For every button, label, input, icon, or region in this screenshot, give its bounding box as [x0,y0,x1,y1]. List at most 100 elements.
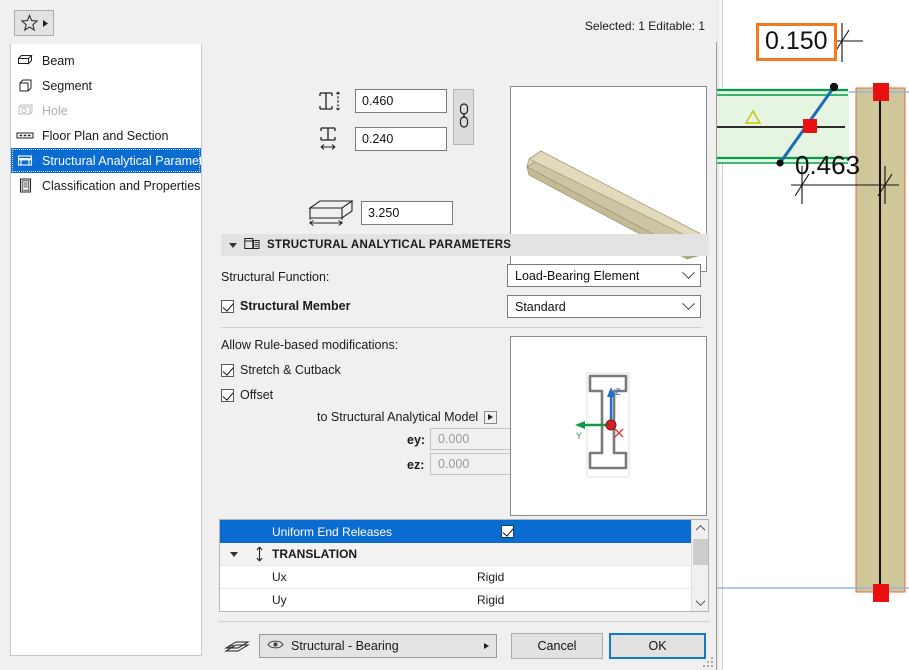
layers-icon[interactable] [222,634,252,656]
to-model-popup-button[interactable] [484,410,498,424]
sidebar-item-segment[interactable]: Segment [11,73,201,98]
sidebar-item-label: Structural Analytical Paramet... [42,153,201,168]
dimension-section: 0.460 0.240 3.250 [207,44,709,272]
segment-icon [16,78,34,94]
floor-plan-icon [16,128,34,144]
model-canvas[interactable]: 0.150 0.463 [717,0,909,670]
checkbox-icon [221,388,234,402]
dimension-label-top[interactable]: 0.150 [756,23,837,61]
eye-icon [267,639,284,653]
beam-height-icon [311,84,355,118]
sidebar-item-label: Hole [42,103,68,118]
expand-collapse-toggle[interactable] [220,551,247,557]
scrollbar-thumb[interactable] [693,539,708,565]
classification-icon [16,178,34,194]
offset-checkbox[interactable]: Offset [221,388,273,402]
sidebar-item-hole[interactable]: Hole [11,98,201,123]
offset-label: Offset [240,388,274,402]
table-cell-value: Rigid [477,593,505,607]
section-icon [244,237,260,254]
table-scrollbar[interactable] [691,520,708,611]
sidebar-item-label: Floor Plan and Section [42,128,169,143]
beam-settings-dialog: Selected: 1 Editable: 1 Beam Segment Hol… [0,0,717,670]
triangle-down-icon [229,551,238,557]
translation-arrow-icon [247,546,272,562]
sidebar-item-label: Classification and Properties [42,178,201,193]
chevron-down-icon [682,297,695,311]
sidebar-item-label: Beam [42,53,75,68]
table-cell-name: TRANSLATION [272,547,358,561]
hole-icon [16,103,34,119]
footer-divider [219,621,709,622]
ok-button[interactable]: OK [609,633,706,659]
table-row-ux[interactable]: Ux Rigid [220,566,692,589]
sidebar-item-classification-and-properties[interactable]: Classification and Properties [11,173,201,198]
table-body: Uniform End Releases TRANSLATION Ux Rigi… [220,520,692,611]
stretch-cutback-checkbox[interactable]: Stretch & Cutback [221,363,341,377]
table-cell-name: Ux [272,570,287,584]
sidebar-item-beam[interactable]: Beam [11,48,201,73]
member-type-select[interactable]: Standard [507,295,701,318]
svg-text:Z: Z [615,387,621,397]
structural-member-checkbox[interactable]: Structural Member [221,299,350,313]
dialog-top-bar: Selected: 1 Editable: 1 [0,0,717,42]
cross-section-preview[interactable]: Z Y [510,336,707,516]
beam-length-icon [305,196,361,230]
structural-function-label: Structural Function: [221,270,330,284]
scroll-down-button[interactable] [692,594,708,611]
table-cell-name: Uniform End Releases [272,524,393,539]
chevron-down-icon [682,266,695,280]
layer-value: Structural - Bearing [291,639,399,653]
structural-member-label: Structural Member [240,299,351,313]
resize-grip[interactable] [703,657,715,669]
table-row-translation[interactable]: TRANSLATION [220,543,692,566]
collapse-triangle-icon [229,242,237,248]
star-icon [20,14,39,32]
beam-icon [16,53,34,69]
link-dimensions-button[interactable] [453,89,474,145]
to-model-label: to Structural Analytical Model [317,410,479,424]
beam-height-input[interactable]: 0.460 [355,89,447,113]
scroll-up-button[interactable] [692,520,708,537]
structural-function-value: Load-Bearing Element [515,268,640,283]
chain-link-icon [457,101,471,134]
i-section-diagram: Z Y [575,372,630,478]
sidebar-item-label: Segment [42,78,93,93]
layer-select[interactable]: Structural - Bearing [259,634,497,658]
beam-length-input[interactable]: 3.250 [361,201,453,225]
member-type-value: Standard [515,299,566,314]
allow-rules-label: Allow Rule-based modifications: [221,338,399,352]
sidebar-item-floor-plan-and-section[interactable]: Floor Plan and Section [11,123,201,148]
length-field-row: 3.250 [305,196,453,230]
structural-analytical-parameters-header[interactable]: STRUCTURAL ANALYTICAL PARAMETERS [221,234,709,256]
divider [221,327,701,328]
caret-up-icon [695,524,705,535]
uniform-end-releases-checkbox[interactable] [477,525,537,538]
to-structural-analytical-model-row: to Structural Analytical Model [317,410,498,424]
ez-label: ez: [407,458,425,472]
cancel-button[interactable]: Cancel [511,633,603,659]
app-root: Selected: 1 Editable: 1 Beam Segment Hol… [0,0,909,670]
beam-width-input[interactable]: 0.240 [355,127,447,151]
caret-down-icon [695,596,706,607]
canvas-drawing [717,23,909,602]
structural-analytical-icon [16,153,34,169]
table-cell-name: Uy [272,593,287,607]
dimension-label-bottom[interactable]: 0.463 [795,150,860,180]
sidebar-item-structural-analytical-parameters[interactable]: Structural Analytical Paramet... [11,148,201,173]
end-releases-table: Uniform End Releases TRANSLATION Ux Rigi… [219,519,709,612]
table-row-uniform-end-releases[interactable]: Uniform End Releases [220,520,692,543]
settings-navigation: Beam Segment Hole Floor Plan and Section [10,44,202,656]
selection-status: Selected: 1 Editable: 1 [584,19,705,33]
table-cell-value: Rigid [477,570,505,584]
table-row-uy[interactable]: Uy Rigid [220,589,692,611]
beam-width-icon [311,122,355,156]
triangle-right-icon [484,643,489,649]
section-title: STRUCTURAL ANALYTICAL PARAMETERS [267,239,512,251]
checkbox-icon [221,363,234,377]
structural-function-select[interactable]: Load-Bearing Element [507,264,701,287]
svg-text:Y: Y [576,431,582,441]
checkbox-icon [221,299,234,313]
checkbox-icon [500,525,514,538]
favorites-button[interactable] [14,10,54,36]
